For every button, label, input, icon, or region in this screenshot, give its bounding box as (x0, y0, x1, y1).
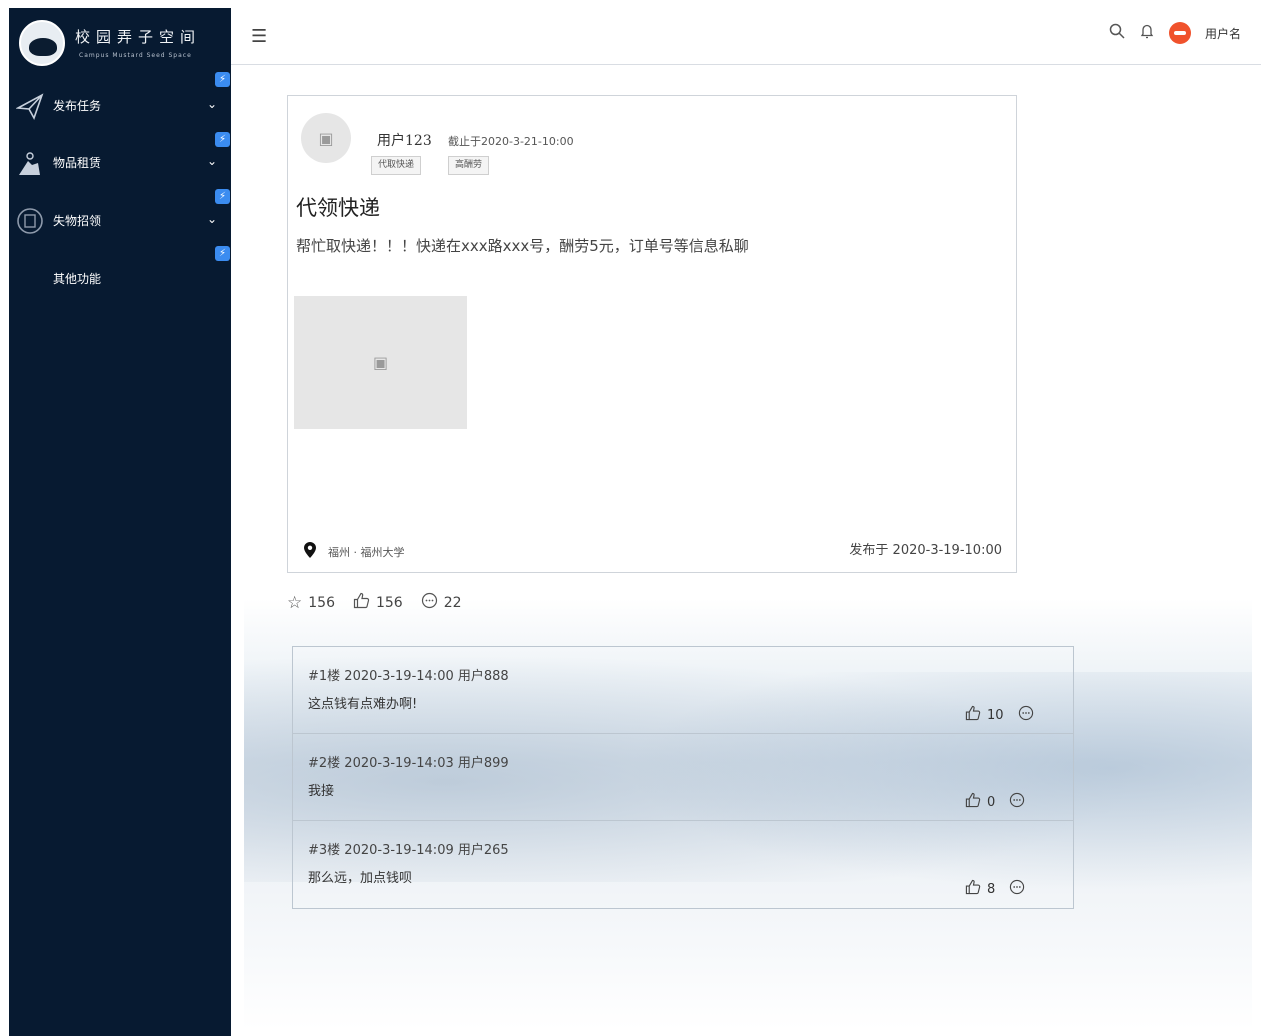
comment-list: #1楼 2020-3-19-14:00 用户888 这点钱有点难办啊! 10 #… (292, 646, 1074, 909)
comment-item: #3楼 2020-3-19-14:09 用户265 那么远，加点钱呗 8 (293, 821, 1073, 908)
sidebar-item-label: 失物招领 (53, 214, 102, 228)
chevron-down-icon[interactable]: ⌄ (207, 97, 217, 111)
sidebar-item-lost-found[interactable]: 失物招领 ⌄ (9, 200, 231, 240)
logo-title: 校园弄子空间 (75, 28, 202, 46)
post-body: 帮忙取快递！！！快递在xxx路xxx号，酬劳5元，订单号等信息私聊 (296, 237, 749, 255)
sidebar: 校园弄子空间 Campus Mustard Seed Space ⚡ 发布任务 … (9, 8, 231, 1036)
post-title: 代领快递 (296, 196, 380, 220)
post-location: 福州 · 福州大学 (304, 542, 405, 562)
top-actions: 用户名 (1109, 22, 1241, 44)
username[interactable]: 用户名 (1205, 25, 1241, 42)
comment-like-count: 0 (987, 794, 996, 810)
comment-icon (421, 592, 438, 614)
divider (231, 64, 1261, 65)
thumbs-up-icon[interactable] (965, 879, 981, 899)
sidebar-item-other[interactable]: 其他功能 (9, 258, 231, 298)
post-deadline: 截止于2020-3-21-10:00 (448, 135, 574, 148)
sidebar-item-label: 物品租赁 (53, 156, 102, 170)
post-card: ▣ 用户123 截止于2020-3-21-10:00 代取快递 高酬劳 代领快递… (287, 95, 1017, 573)
sidebar-item-label: 其他功能 (53, 272, 102, 286)
reply-icon[interactable] (1009, 879, 1025, 899)
comment-meta: #2楼 2020-3-19-14:03 用户899 (308, 756, 509, 771)
chevron-down-icon[interactable]: ⌄ (207, 154, 217, 168)
comment-text: 这点钱有点难办啊! (308, 697, 418, 712)
logo-mark-icon (19, 20, 65, 66)
avatar[interactable] (1168, 22, 1191, 44)
comment-text: 我接 (308, 784, 335, 799)
image-placeholder-icon: ▣ (372, 353, 389, 372)
image-placeholder-icon: ▣ (301, 113, 351, 163)
reply-icon[interactable] (1018, 705, 1034, 725)
favorite-button[interactable]: ☆ 156 (287, 593, 335, 613)
top-bar: ☰ 用户名 (231, 8, 1267, 64)
comment-item: #1楼 2020-3-19-14:00 用户888 这点钱有点难办啊! 10 (293, 647, 1073, 734)
like-button[interactable]: 156 (353, 592, 403, 614)
sidebar-item-rental[interactable]: 物品租赁 ⌄ (9, 142, 231, 182)
comment-text: 那么远，加点钱呗 (308, 871, 413, 886)
comment-actions: 8 (965, 879, 1025, 899)
bell-icon[interactable] (1139, 23, 1155, 43)
comment-button[interactable]: 22 (421, 592, 462, 614)
comment-meta: #1楼 2020-3-19-14:00 用户888 (308, 669, 509, 684)
like-count: 156 (375, 595, 403, 611)
logo-subtitle: Campus Mustard Seed Space (79, 52, 192, 59)
comment-actions: 0 (965, 792, 1025, 812)
location-text: 福州 · 福州大学 (328, 546, 405, 559)
comment-like-count: 8 (987, 881, 996, 897)
thumbs-up-icon (353, 592, 370, 614)
comment-meta: #3楼 2020-3-19-14:09 用户265 (308, 843, 509, 858)
tag-badge[interactable]: 高酬劳 (448, 156, 490, 175)
menu-indent-icon[interactable]: ☰ (251, 26, 267, 47)
reply-icon[interactable] (1009, 792, 1025, 812)
comment-count: 22 (443, 595, 462, 611)
comment-actions: 10 (965, 705, 1034, 725)
sidebar-item-label: 发布任务 (53, 99, 102, 113)
sidebar-item-publish-task[interactable]: 发布任务 ⌄ (9, 85, 231, 125)
star-icon: ☆ (287, 593, 303, 613)
lost-found-icon (15, 206, 45, 236)
main-content: ▣ 用户123 截止于2020-3-21-10:00 代取快递 高酬劳 代领快递… (244, 72, 1252, 1030)
logo[interactable]: 校园弄子空间 Campus Mustard Seed Space (19, 16, 199, 70)
comment-item: #2楼 2020-3-19-14:03 用户899 我接 0 (293, 734, 1073, 821)
tag-badge[interactable]: 代取快递 (371, 156, 422, 175)
post-published-time: 发布于 2020-3-19-10:00 (849, 543, 1002, 558)
chevron-down-icon[interactable]: ⌄ (207, 212, 217, 226)
paper-plane-icon (15, 91, 45, 121)
rental-icon (15, 148, 45, 178)
thumbs-up-icon[interactable] (965, 792, 981, 812)
post-stats: ☆ 156 156 22 (287, 592, 462, 614)
search-icon[interactable] (1109, 23, 1125, 43)
thumbs-up-icon[interactable] (965, 705, 981, 725)
comment-like-count: 10 (987, 707, 1004, 723)
post-author[interactable]: 用户123 (377, 130, 432, 150)
post-image[interactable]: ▣ (294, 296, 467, 429)
favorite-count: 156 (308, 595, 335, 611)
location-pin-icon (304, 542, 316, 562)
